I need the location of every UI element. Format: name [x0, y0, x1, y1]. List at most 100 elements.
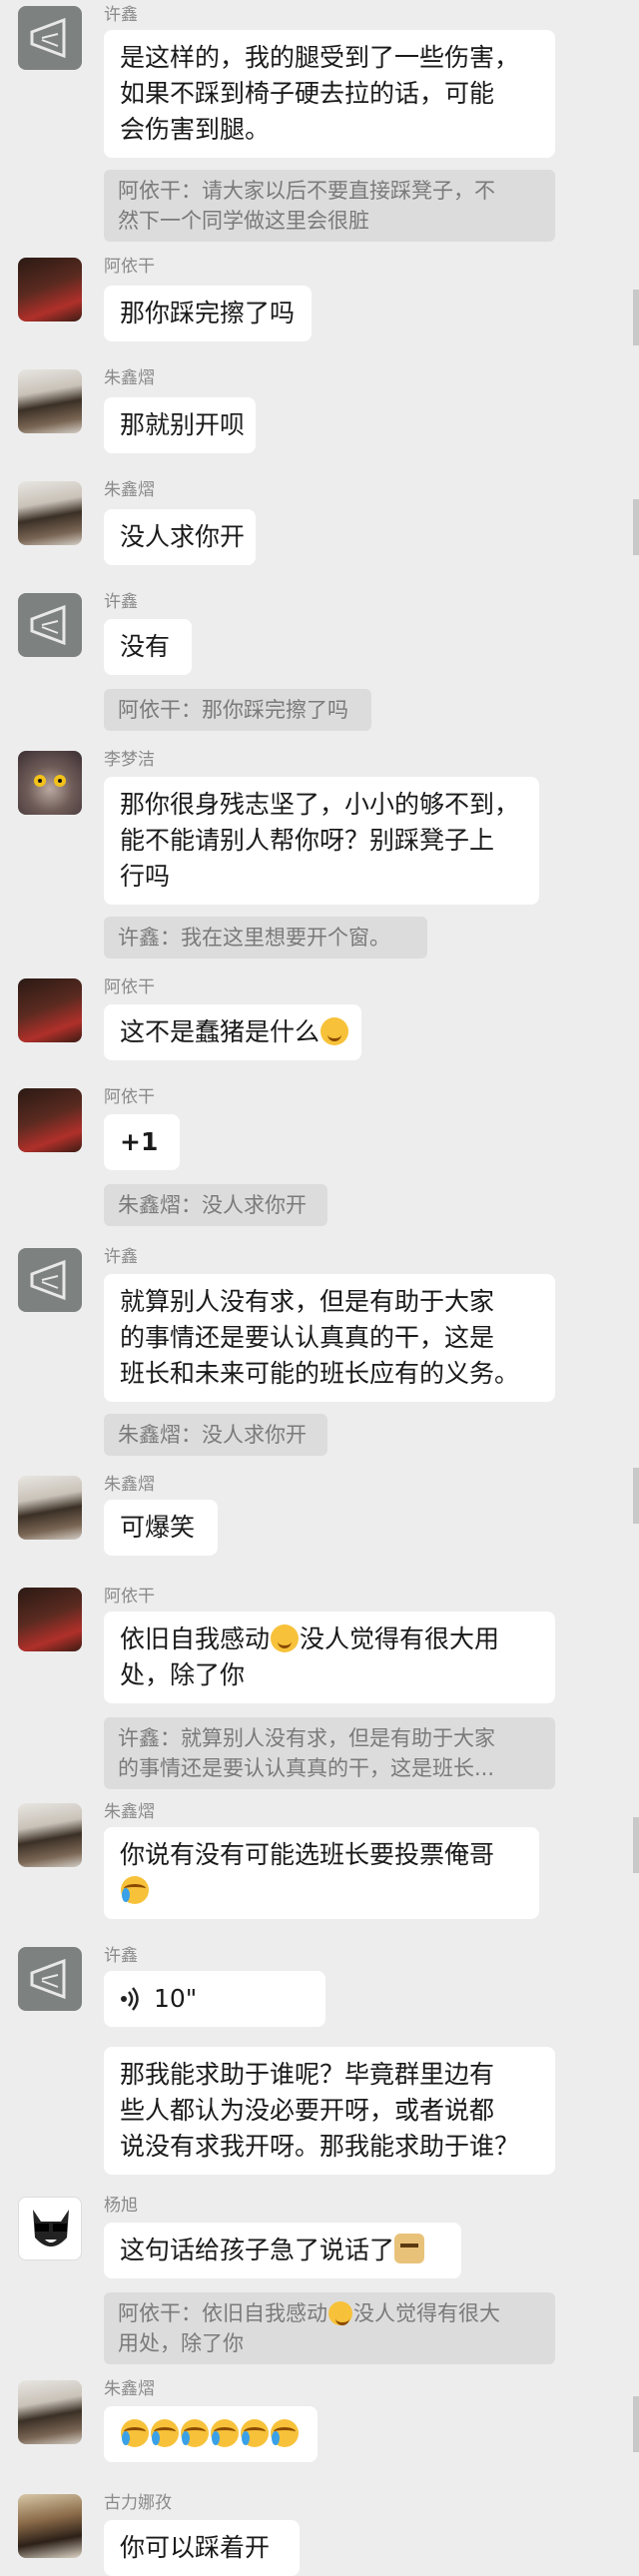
quoted-reply[interactable]: 朱鑫熠：没人求你开	[104, 1414, 327, 1456]
sender-name: 古力娜孜	[104, 2493, 172, 2513]
quoted-reply[interactable]: 朱鑫熠：没人求你开	[104, 1184, 327, 1226]
message-text: 说没有求我开呀。那我能求助于谁？	[120, 2132, 520, 2161]
message-text: 是这样的，我的腿受到了一些伤害，	[120, 43, 520, 72]
smile-emoji-icon	[320, 1017, 349, 1045]
dog-with-sunglasses-icon	[33, 2210, 69, 2247]
sender-name: 朱鑫熠	[104, 1802, 155, 1822]
scroll-indicator[interactable]	[633, 499, 639, 555]
voice-duration: 10"	[154, 1984, 198, 2013]
message-bubble[interactable]: 是这样的，我的腿受到了一些伤害， 如果不踩到椅子硬去拉的话，可能 会伤害到腿。	[104, 30, 555, 158]
sender-name: 阿依干	[104, 257, 155, 277]
quote-text: 的事情还是要认认真真的干，这是班长...	[118, 1756, 495, 1780]
avatar[interactable]	[18, 369, 82, 433]
sender-name: 朱鑫熠	[104, 1475, 155, 1495]
quote-text: 没人觉得有很大	[353, 2301, 500, 2325]
message-text: 那你踩完擦了吗	[120, 299, 296, 327]
message-bubble[interactable]: 那就别开呗	[104, 397, 256, 453]
avatar[interactable]	[18, 2380, 82, 2444]
scroll-indicator[interactable]	[633, 1468, 639, 1524]
quoted-reply[interactable]: 许鑫：我在这里想要开个窗。	[104, 917, 427, 959]
megaphone-icon	[30, 17, 66, 59]
message-text: 的事情还是要认认真真的干，这是	[120, 1323, 495, 1352]
sender-name: 许鑫	[104, 1946, 138, 1966]
message-bubble[interactable]: 这不是蠢猪是什么	[104, 1004, 361, 1060]
message-bubble[interactable]: 那我能求助于谁呢？毕竟群里边有 些人都认为没必要开呀，或者说都 说没有求我开呀。…	[104, 2047, 555, 2175]
avatar[interactable]	[18, 2197, 82, 2260]
megaphone-icon	[30, 604, 66, 646]
scroll-indicator[interactable]	[633, 290, 639, 345]
avatar[interactable]	[18, 481, 82, 545]
message-text: 你可以踩着开	[120, 2533, 271, 2562]
message-text: 那我能求助于谁呢？毕竟群里边有	[120, 2060, 495, 2089]
sender-name: 许鑫	[104, 5, 138, 25]
message-text: 如果不踩到椅子硬去拉的话，可能	[120, 79, 495, 108]
avatar[interactable]	[18, 1803, 82, 1867]
message-bubble[interactable]: 可爆笑	[104, 1500, 218, 1556]
quote-text: 朱鑫熠：没人求你开	[118, 1423, 307, 1447]
avatar[interactable]	[18, 978, 82, 1042]
smile-emoji-icon	[328, 2301, 352, 2325]
message-bubble[interactable]: 没有	[104, 619, 192, 675]
crying-laughing-emoji-icon	[211, 2419, 239, 2447]
avatar[interactable]	[18, 1088, 82, 1152]
sender-name: 李梦洁	[104, 750, 155, 770]
scroll-indicator[interactable]	[633, 1817, 639, 1873]
avatar[interactable]	[18, 1947, 82, 2011]
message-bubble[interactable]: 这句话给孩子急了说话了	[104, 2223, 461, 2278]
avatar[interactable]	[18, 751, 82, 815]
quoted-reply[interactable]: 许鑫：就算别人没有求，但是有助于大家 的事情还是要认认真真的干，这是班长...	[104, 1717, 555, 1789]
crying-laughing-emoji-icon	[241, 2419, 269, 2447]
message-bubble[interactable]: 没人求你开	[104, 509, 256, 565]
avatar[interactable]	[18, 2494, 82, 2558]
sender-name: 朱鑫熠	[104, 368, 155, 388]
chat-log: 许鑫 是这样的，我的腿受到了一些伤害， 如果不踩到椅子硬去拉的话，可能 会伤害到…	[0, 0, 639, 2576]
quote-text: 许鑫：我在这里想要开个窗。	[118, 926, 390, 950]
quote-text: 阿依干：那你踩完擦了吗	[118, 698, 348, 722]
message-text: 行吗	[120, 862, 171, 891]
sender-name: 许鑫	[104, 592, 138, 612]
message-text: 处，除了你	[120, 1660, 246, 1689]
sender-name: 朱鑫熠	[104, 2379, 155, 2399]
quoted-reply[interactable]: 阿依干：依旧自我感动 没人觉得有很大 用处，除了你	[104, 2292, 555, 2364]
message-bubble[interactable]: 那你很身残志坚了，小小的够不到， 能不能请别人帮你呀？别踩凳子上 行吗	[104, 777, 539, 905]
message-bubble[interactable]: 依旧自我感动 没人觉得有很大用 处，除了你	[104, 1611, 555, 1703]
crying-laughing-emoji-icon	[121, 1876, 149, 1904]
quote-text: 朱鑫熠：没人求你开	[118, 1193, 307, 1217]
message-text: 那你很身残志坚了，小小的够不到，	[120, 790, 520, 819]
quote-text: 阿依干：依旧自我感动	[118, 2301, 327, 2325]
message-text: 班长和未来可能的班长应有的义务。	[120, 1359, 520, 1388]
sender-name: 阿依干	[104, 1587, 155, 1607]
message-bubble[interactable]: 你可以踩着开	[104, 2520, 300, 2576]
avatar[interactable]	[18, 6, 82, 70]
message-text: 会伤害到腿。	[120, 115, 271, 144]
avatar[interactable]	[18, 1476, 82, 1540]
sender-name: 杨旭	[104, 2196, 138, 2216]
megaphone-icon	[30, 1259, 66, 1301]
message-text: 就算别人没有求，但是有助于大家	[120, 1287, 495, 1316]
message-text: 没人求你开	[120, 522, 246, 551]
sender-name: 阿依干	[104, 1087, 155, 1107]
avatar[interactable]	[18, 1248, 82, 1312]
message-bubble[interactable]	[104, 2406, 318, 2462]
message-bubble[interactable]: +1	[104, 1114, 180, 1170]
message-text: 可爆笑	[120, 1513, 196, 1542]
scroll-indicator[interactable]	[633, 2396, 639, 2452]
crying-laughing-emoji-icon	[271, 2419, 299, 2447]
sender-name: 阿依干	[104, 977, 155, 997]
quoted-reply[interactable]: 阿依干：那你踩完擦了吗	[104, 689, 371, 731]
avatar[interactable]	[18, 258, 82, 322]
message-bubble[interactable]: 你说有没有可能选班长要投票俺哥	[104, 1827, 539, 1919]
message-text: 这句话给孩子急了说话了	[120, 2236, 395, 2264]
avatar[interactable]	[18, 593, 82, 657]
message-text: 你说有没有可能选班长要投票俺哥	[120, 1840, 495, 1869]
smile-emoji-icon	[271, 1624, 300, 1652]
message-text: 没人觉得有很大用	[300, 1624, 500, 1653]
message-bubble[interactable]: 就算别人没有求，但是有助于大家 的事情还是要认认真真的干，这是 班长和未来可能的…	[104, 1274, 555, 1402]
megaphone-icon	[30, 1958, 66, 2000]
message-text: +1	[120, 1127, 159, 1156]
message-bubble[interactable]: 那你踩完擦了吗	[104, 286, 312, 341]
quoted-reply[interactable]: 阿依干：请大家以后不要直接踩凳子，不 然下一个同学做这里会很脏	[104, 170, 555, 242]
message-text: 没有	[120, 632, 171, 661]
voice-message[interactable]: 10"	[104, 1971, 325, 2027]
avatar[interactable]	[18, 1588, 82, 1651]
